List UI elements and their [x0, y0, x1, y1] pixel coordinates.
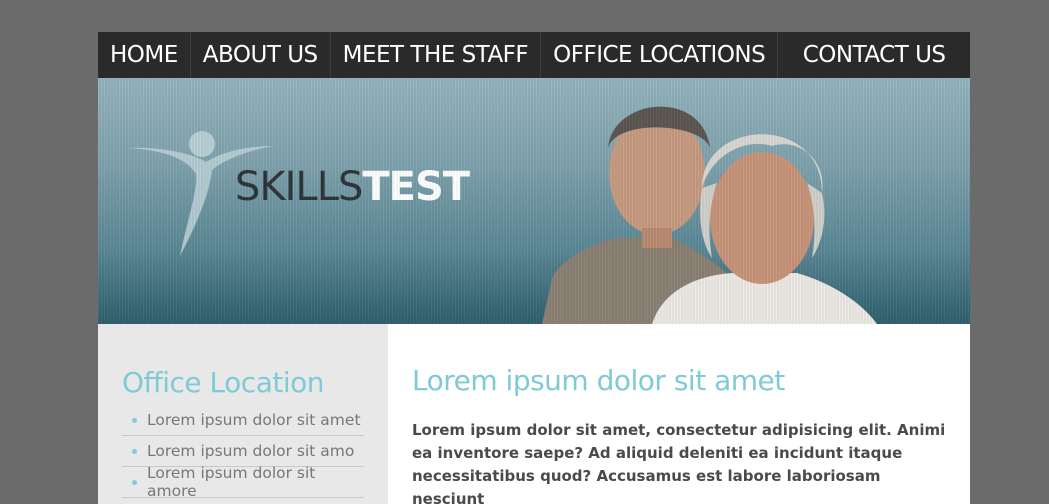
sidebar-item-label: Lorem ipsum dolor sit amore: [147, 464, 316, 500]
sidebar-item-label: Lorem ipsum dolor sit amo: [147, 442, 355, 460]
content-area: Office Location Lorem ipsum dolor sit am…: [98, 324, 970, 504]
nav-office-locations[interactable]: OFFICE LOCATIONS: [541, 32, 779, 78]
nav-meet-the-staff[interactable]: MEET THE STAFF: [331, 32, 542, 78]
logo-word-skills: SKILLS: [235, 164, 363, 210]
hero-banner: SKILLSTEST: [98, 78, 970, 324]
main-nav: HOME ABOUT US MEET THE STAFF OFFICE LOCA…: [98, 32, 970, 78]
sidebar-title: Office Location: [122, 366, 324, 399]
sidebar-item-label: Lorem ipsum dolor sit amet: [147, 411, 361, 429]
logo-wordmark[interactable]: SKILLSTEST: [235, 164, 470, 210]
main-title: Lorem ipsum dolor sit amet: [412, 364, 785, 397]
page-container: HOME ABOUT US MEET THE STAFF OFFICE LOCA…: [98, 32, 970, 504]
sidebar-item[interactable]: Lorem ipsum dolor sit amo: [122, 436, 364, 467]
main-body-text: Lorem ipsum dolor sit amet, consectetur …: [412, 421, 946, 504]
couple-photo: [542, 106, 877, 324]
sidebar: Office Location Lorem ipsum dolor sit am…: [98, 324, 388, 504]
bullet-icon: [132, 448, 137, 454]
sidebar-item[interactable]: Lorem ipsum dolor sit amet: [122, 405, 364, 436]
main-content: Lorem ipsum dolor sit amet Lorem ipsum d…: [388, 324, 970, 504]
bullet-icon: [132, 479, 137, 485]
nav-about-us[interactable]: ABOUT US: [191, 32, 331, 78]
sidebar-list: Lorem ipsum dolor sit amet Lorem ipsum d…: [122, 405, 364, 500]
bullet-icon: [132, 417, 137, 423]
logo-word-test: TEST: [362, 164, 470, 210]
sidebar-item[interactable]: Lorem ipsum dolor sit amore: [122, 464, 364, 500]
nav-contact-us[interactable]: CONTACT US: [778, 32, 970, 78]
nav-home[interactable]: HOME: [98, 32, 191, 78]
